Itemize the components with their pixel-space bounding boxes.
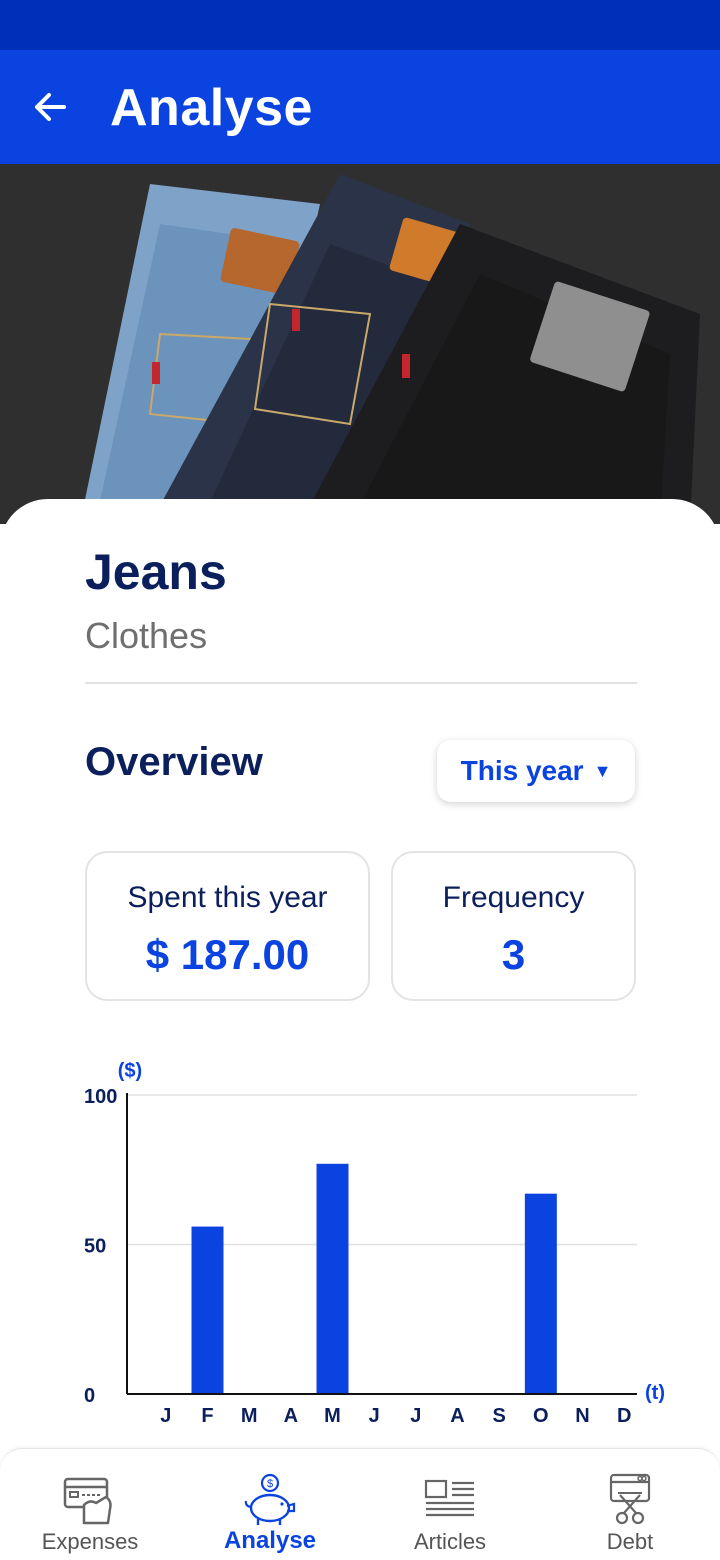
x-tick-label: J — [410, 1405, 421, 1427]
x-tick-label: O — [533, 1405, 549, 1427]
x-tick-label: M — [241, 1405, 258, 1427]
page-title: Analyse — [110, 79, 313, 137]
chart-bar — [316, 1163, 349, 1394]
debt-scissors-card-icon — [609, 1473, 651, 1525]
y-tick-label: 0 — [84, 1385, 95, 1407]
x-tick-label: N — [575, 1405, 589, 1427]
x-axis-label: (t) — [645, 1382, 665, 1404]
y-tick-label: 50 — [84, 1236, 106, 1258]
product-name: Jeans — [85, 544, 227, 600]
x-tick-label: J — [160, 1405, 171, 1427]
spent-label: Spent this year — [127, 881, 328, 914]
frequency-label: Frequency — [442, 881, 585, 914]
y-tick-label: 100 — [84, 1086, 117, 1108]
x-tick-label: A — [284, 1405, 298, 1427]
nav-label-expenses: Expenses — [41, 1529, 139, 1554]
nav-analyse[interactable]: $ Analyse — [180, 1449, 360, 1560]
arrow-left-icon — [35, 93, 66, 121]
articles-icon — [424, 1479, 474, 1517]
divider — [85, 682, 637, 684]
x-tick-label: D — [617, 1405, 631, 1427]
spending-bar-chart: 100 50 0 J F M A M J J A S O N D ($) (t) — [84, 1060, 665, 1427]
frequency-card: Frequency 3 — [391, 851, 636, 1001]
nav-label-articles: Articles — [413, 1529, 487, 1554]
nav-debt[interactable]: Debt — [540, 1449, 720, 1560]
chart-bar — [524, 1193, 557, 1394]
x-tick-label: A — [450, 1405, 464, 1427]
x-tick-label: M — [324, 1405, 341, 1427]
frequency-value: 3 — [501, 931, 526, 978]
x-tick-label: J — [369, 1405, 380, 1427]
nav-label-analyse: Analyse — [223, 1527, 317, 1554]
svg-text:$: $ — [267, 1478, 273, 1490]
back-button[interactable] — [26, 80, 74, 134]
piggy-bank-icon: $ — [244, 1473, 296, 1525]
x-tick-label: F — [201, 1405, 213, 1427]
caret-down-icon: ▼ — [593, 760, 612, 781]
nav-expenses[interactable]: Expenses — [0, 1449, 180, 1560]
spent-card: Spent this year $ 187.00 — [85, 851, 370, 1001]
expenses-card-icon — [63, 1477, 112, 1525]
x-tick-label: S — [492, 1405, 505, 1427]
nav-label-debt: Debt — [606, 1529, 654, 1554]
overview-title: Overview — [85, 740, 263, 784]
nav-articles[interactable]: Articles — [360, 1449, 540, 1560]
app-bar: Analyse — [0, 50, 720, 164]
bottom-navigation: Expenses $ Analyse Articles Debt — [0, 1448, 720, 1560]
period-dropdown-value: This year — [460, 755, 584, 786]
spent-value: $ 187.00 — [145, 931, 310, 978]
y-axis-label: ($) — [118, 1060, 142, 1082]
period-dropdown[interactable]: This year ▼ — [437, 740, 635, 802]
product-hero-image — [0, 164, 720, 524]
chart-bar — [191, 1226, 224, 1394]
product-category: Clothes — [85, 615, 208, 656]
status-bar — [0, 0, 720, 50]
